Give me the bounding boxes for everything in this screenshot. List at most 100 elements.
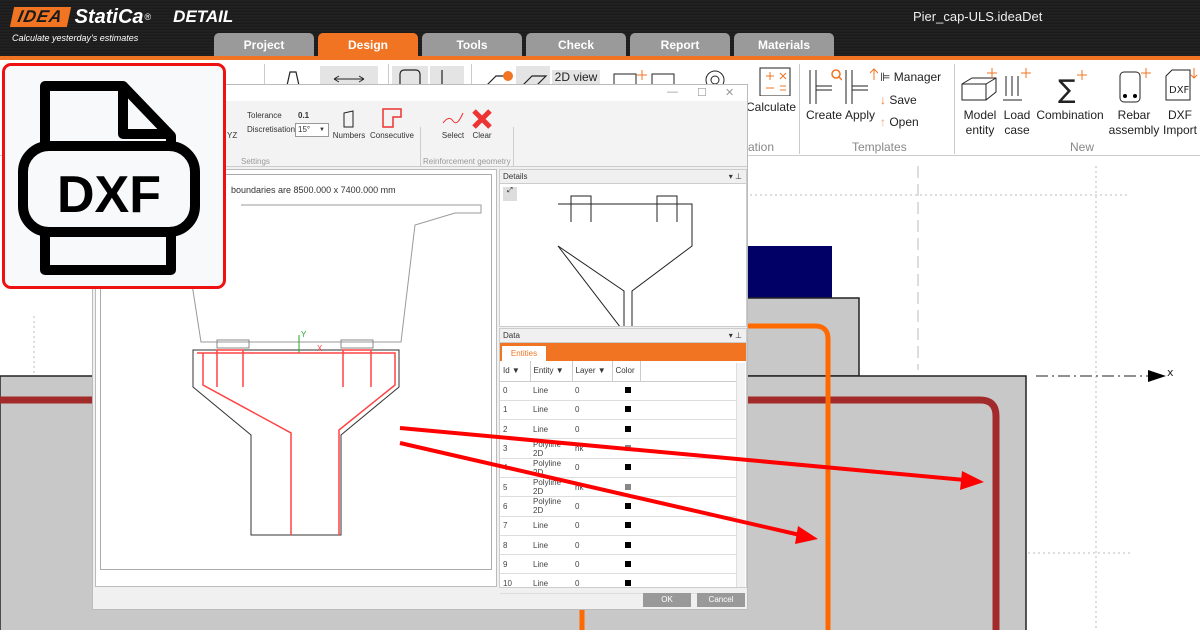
pier-outline: [192, 349, 400, 536]
table-row[interactable]: 0 Line 0: [500, 381, 738, 401]
color-swatch: [625, 502, 631, 509]
dxf-label: DXF: [57, 166, 161, 224]
template-manager-button[interactable]: ⊫ Manager: [880, 70, 950, 86]
table-row[interactable]: 3 Polyline 2D nk: [500, 438, 738, 459]
new-combination-button[interactable]: ∑ Combination: [1034, 66, 1106, 126]
main-tabs: Project Design Tools Check Report Materi…: [214, 33, 834, 56]
cell-id: 8: [500, 535, 530, 556]
tab-materials[interactable]: Materials: [734, 33, 834, 56]
template-create-button[interactable]: Create: [806, 66, 843, 126]
color-swatch: [625, 560, 631, 567]
load-case-label-2: case: [1004, 123, 1030, 137]
color-swatch: [625, 445, 631, 452]
rebar-assembly-label-1: Rebar: [1117, 108, 1151, 122]
consecutive-button[interactable]: Consecutive: [369, 107, 415, 140]
cell-entity: Line: [530, 554, 572, 575]
cell-layer: 0: [572, 419, 612, 440]
model-entity-label-1: Model: [963, 108, 997, 122]
close-icon[interactable]: ✕: [725, 86, 734, 99]
new-group-label: New: [1070, 140, 1095, 154]
cell-entity: Polyline 2D: [530, 438, 572, 459]
consecutive-icon: [382, 108, 402, 128]
table-row[interactable]: 8 Line 0: [500, 535, 738, 556]
cell-id: 9: [500, 554, 530, 575]
rebar-assembly-label-2: assembly: [1108, 123, 1160, 137]
calculate-button[interactable]: Calculate: [746, 66, 796, 126]
column-color[interactable]: Color: [612, 361, 641, 382]
app-logo: IDEA StatiCa ® DETAIL: [9, 6, 233, 28]
cell-entity: Line: [530, 419, 572, 440]
clear-rebar-button[interactable]: Clear: [467, 107, 497, 140]
logo-registered: ®: [144, 12, 152, 22]
tab-check[interactable]: Check: [526, 33, 626, 56]
table-row[interactable]: 10 Line 0: [500, 573, 738, 594]
cancel-button[interactable]: Cancel: [697, 593, 745, 607]
entities-table: Id ▼ Entity ▼ Layer ▼ Color 0 Line 0 1 Line 0…: [500, 361, 738, 594]
pin-icon[interactable]: ▾ ⊥: [729, 329, 742, 343]
cell-color: [612, 573, 640, 594]
maximize-icon[interactable]: ☐: [697, 86, 707, 99]
new-load-case-button[interactable]: Load case: [1000, 66, 1034, 137]
tab-entities[interactable]: Entities: [502, 346, 546, 361]
template-apply-button[interactable]: Apply: [842, 66, 879, 126]
color-swatch: [625, 483, 631, 490]
cell-entity: Line: [530, 400, 572, 421]
select-rebar-button[interactable]: Select: [438, 107, 468, 140]
dxf-import-label-1: DXF: [1168, 108, 1192, 122]
deck-outline: [188, 204, 482, 343]
numbers-icon: [343, 110, 354, 128]
cell-id: 1: [500, 400, 530, 421]
vertical-scrollbar[interactable]: [736, 363, 745, 587]
x-axis-label: x: [1167, 366, 1174, 379]
cell-entity: Line: [530, 381, 572, 401]
cell-color: [612, 400, 640, 421]
discretisation-select[interactable]: 15° ▼: [295, 123, 329, 137]
column-id[interactable]: Id ▼: [500, 361, 531, 382]
save-arrow-icon: ↓: [880, 93, 886, 107]
cell-layer: 0: [572, 554, 612, 575]
bearing-left: [216, 339, 250, 349]
template-save-button[interactable]: ↓ Save: [880, 93, 950, 109]
table-row[interactable]: 1 Line 0: [500, 400, 738, 421]
yz-plane-button[interactable]: YZ: [227, 131, 237, 140]
cell-id: 2: [500, 419, 530, 440]
bearing-right: [340, 339, 374, 349]
settings-group-label: Settings: [241, 157, 270, 166]
cell-color: [612, 458, 640, 478]
cell-color: [612, 516, 640, 536]
file-page-bottom: [40, 232, 176, 275]
tab-design[interactable]: Design: [318, 33, 418, 56]
pin-icon[interactable]: ▾ ⊥: [729, 170, 742, 184]
cell-layer: 0: [572, 573, 612, 594]
tab-report[interactable]: Report: [630, 33, 730, 56]
filter-icon: ▼: [555, 366, 564, 376]
ok-button[interactable]: OK: [643, 593, 691, 607]
table-row[interactable]: 6 Polyline 2D 0: [500, 496, 738, 517]
column-layer[interactable]: Layer ▼: [572, 361, 613, 382]
table-row[interactable]: 7 Line 0: [500, 516, 738, 536]
table-row[interactable]: 4 Polyline 2D 0: [500, 458, 738, 478]
tab-project[interactable]: Project: [214, 33, 314, 56]
calculation-group-label: ation: [748, 140, 775, 154]
cell-id: 3: [500, 438, 530, 459]
filter-icon: ▼: [597, 366, 606, 376]
minimize-icon[interactable]: —: [667, 86, 678, 98]
table-row[interactable]: 2 Line 0: [500, 419, 738, 440]
cell-id: 6: [500, 496, 530, 517]
column-entity[interactable]: Entity ▼: [530, 361, 573, 382]
tolerance-value[interactable]: 0.1: [298, 111, 309, 120]
dxf-file-icon: DXF: [1165, 68, 1198, 101]
new-model-entity-button[interactable]: Model entity: [958, 66, 1002, 137]
load-case-label-1: Load: [1003, 108, 1031, 122]
dialog-ribbon-separator: [420, 127, 421, 167]
new-rebar-assembly-button[interactable]: Rebar assembly: [1108, 66, 1160, 137]
numbers-button[interactable]: Numbers: [331, 107, 367, 140]
open-arrow-icon: ↑: [880, 115, 886, 129]
table-row[interactable]: 9 Line 0: [500, 554, 738, 575]
dxf-import-button[interactable]: DXF DXF Import: [1160, 66, 1200, 137]
consecutive-label: Consecutive: [369, 131, 415, 140]
tab-tools[interactable]: Tools: [422, 33, 522, 56]
template-open-button[interactable]: ↑ Open: [880, 115, 950, 131]
calculate-label: Calculate: [746, 100, 797, 114]
table-row[interactable]: 5 Polyline 2D nk: [500, 477, 738, 498]
